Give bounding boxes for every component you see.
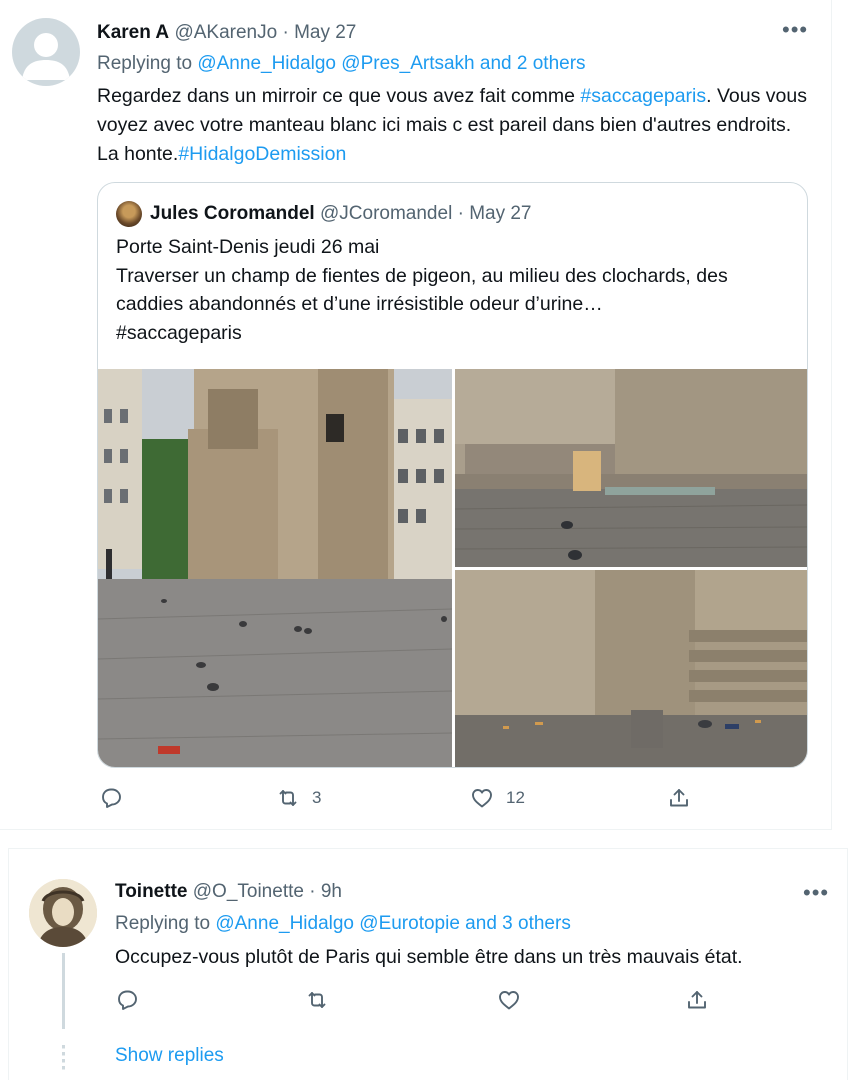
portrait-image [29,879,97,947]
retweet-count: 3 [312,788,322,807]
thread-line [62,953,65,1029]
quoted-line: Traverser un champ de fientes de pigeon,… [116,264,728,316]
show-replies-link[interactable]: Show replies [115,1043,224,1069]
avatar-placeholder-icon [22,33,70,80]
quoted-header: Jules Coromandel @JCoromandel · May 27 [150,201,532,227]
reply-button[interactable] [115,988,139,1012]
hashtag-link[interactable]: #HidalgoDemission [178,143,346,165]
separator-dot: · [457,203,464,224]
replying-to-line: Replying to @Anne_Hidalgo @Pres_Artsakh … [97,51,586,77]
quoted-date[interactable]: May 27 [469,203,531,224]
like-button[interactable]: 12 [470,786,525,810]
like-button[interactable] [497,988,521,1012]
tweet-time[interactable]: 9h [321,881,342,902]
photo-grid [98,369,807,767]
author-handle[interactable]: @O_Toinette [193,881,304,902]
share-button[interactable] [667,786,691,810]
quoted-author-avatar[interactable] [116,201,142,227]
more-icon[interactable]: ••• [803,881,829,905]
share-icon [670,789,688,807]
reply-icon [102,788,121,808]
karen-avatar[interactable] [12,18,80,86]
replying-prefix: Replying to [115,913,211,934]
tweet-body: Occupez-vous plutôt de Paris qui semble … [115,946,743,968]
author-handle[interactable]: @AKarenJo [174,22,277,43]
quoted-tweet[interactable]: Jules Coromandel @JCoromandel · May 27 P… [97,182,808,768]
body-text: Regardez dans un mirroir ce que vous ave… [97,85,581,107]
tweet-header: Toinette @O_Toinette · 9h [115,879,342,905]
share-icon [688,991,706,1009]
reply-icon [118,990,137,1010]
thread-dots [62,1045,65,1071]
separator-dot: · [282,22,289,43]
quoted-author-name[interactable]: Jules Coromandel [150,203,315,224]
photo-monument-base[interactable] [455,369,807,567]
retweet-icon [308,992,326,1008]
like-icon [472,789,492,808]
replying-to-line: Replying to @Anne_Hidalgo @Eurotopie and… [115,911,571,937]
retweet-icon [279,790,297,806]
like-icon [499,991,519,1010]
reply-button[interactable] [99,786,135,810]
tweet-toinette[interactable]: Toinette @O_Toinette · 9h ••• Replying t… [8,848,848,1080]
separator-dot: · [309,881,316,902]
retweet-button[interactable] [305,988,329,1012]
more-icon[interactable]: ••• [782,18,808,42]
hashtag-link[interactable]: #saccageparis [580,85,706,107]
toinette-avatar[interactable] [29,879,97,947]
author-name[interactable]: Karen A [97,22,169,43]
tweet-header: Karen A @AKarenJo · May 27 [97,20,356,46]
tweet-body: Regardez dans un mirroir ce que vous ave… [97,82,817,169]
share-button[interactable] [685,988,709,1012]
quoted-body: Porte Saint-Denis jeudi 26 mai Traverser… [116,233,796,347]
quoted-line: Porte Saint-Denis jeudi 26 mai [116,236,380,258]
author-name[interactable]: Toinette [115,881,187,902]
retweet-button[interactable]: 3 [276,786,321,810]
photo-porte-saint-denis[interactable] [98,369,452,767]
photo-monument-corner[interactable] [455,570,807,767]
replying-prefix: Replying to [97,53,193,74]
like-count: 12 [506,788,525,807]
tweet-date[interactable]: May 27 [294,22,356,43]
replying-to-users[interactable]: @Anne_Hidalgo @Pres_Artsakh and 2 others [197,53,585,74]
quoted-hashtag: #saccageparis [116,321,242,344]
tweet-karen[interactable]: Karen A @AKarenJo · May 27 ••• Replying … [0,0,832,830]
quoted-author-handle[interactable]: @JCoromandel [320,203,452,224]
replying-to-users[interactable]: @Anne_Hidalgo @Eurotopie and 3 others [215,913,570,934]
